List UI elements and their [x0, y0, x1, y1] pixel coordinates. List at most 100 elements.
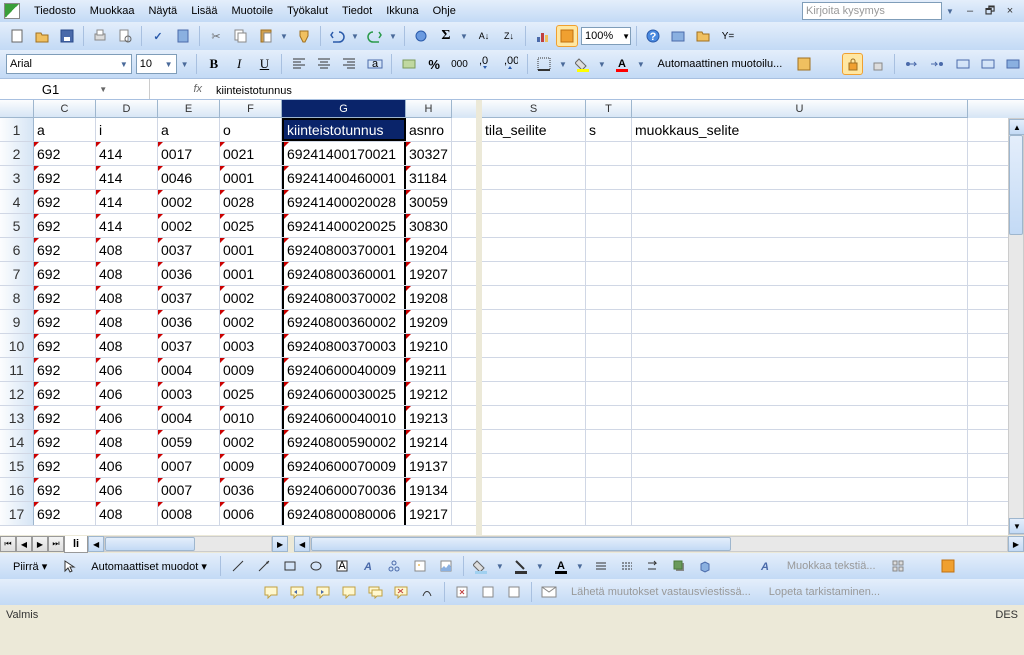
- column-header[interactable]: H: [406, 100, 452, 118]
- cell[interactable]: [586, 478, 632, 501]
- cell[interactable]: 19210: [406, 334, 452, 357]
- 3d-icon[interactable]: [694, 555, 716, 577]
- dash-style-icon[interactable]: [616, 555, 638, 577]
- folder-icon[interactable]: [692, 25, 714, 47]
- cell[interactable]: 692: [34, 262, 96, 285]
- horizontal-scrollbar-right[interactable]: [310, 536, 1008, 552]
- dropdown-icon[interactable]: ▼: [351, 32, 361, 41]
- cell[interactable]: 30059: [406, 190, 452, 213]
- cell[interactable]: [586, 262, 632, 285]
- lock-icon[interactable]: [842, 53, 863, 75]
- undo-icon[interactable]: [326, 25, 348, 47]
- textbox-icon[interactable]: A: [331, 555, 353, 577]
- cell[interactable]: [482, 238, 586, 261]
- cell[interactable]: 0003: [220, 334, 282, 357]
- send-mail-icon[interactable]: [538, 581, 560, 603]
- cell[interactable]: [586, 502, 632, 525]
- cell[interactable]: 0021: [220, 142, 282, 165]
- row-header[interactable]: 4: [0, 190, 34, 213]
- cell[interactable]: s: [586, 118, 632, 141]
- cell[interactable]: a: [34, 118, 96, 141]
- cell[interactable]: a: [158, 118, 220, 141]
- cell[interactable]: [632, 190, 968, 213]
- column-header[interactable]: G: [282, 100, 406, 118]
- cell[interactable]: 0037: [158, 286, 220, 309]
- cell[interactable]: 408: [96, 430, 158, 453]
- copy-icon[interactable]: [230, 25, 252, 47]
- cell[interactable]: [586, 214, 632, 237]
- cell[interactable]: [482, 358, 586, 381]
- cell[interactable]: 19213: [406, 406, 452, 429]
- scroll-left-icon[interactable]: ◀: [88, 536, 104, 552]
- remove-arrows-icon[interactable]: [952, 53, 973, 75]
- cell[interactable]: 0002: [220, 286, 282, 309]
- autosum-icon[interactable]: Σ: [435, 25, 457, 47]
- cell[interactable]: [632, 238, 968, 261]
- help-icon[interactable]: ?: [642, 25, 664, 47]
- italic-icon[interactable]: I: [228, 53, 249, 75]
- cell[interactable]: 19212: [406, 382, 452, 405]
- font-color-icon[interactable]: A: [550, 555, 572, 577]
- cell[interactable]: 408: [96, 238, 158, 261]
- cell[interactable]: [586, 454, 632, 477]
- arrow-style-icon[interactable]: [642, 555, 664, 577]
- column-header[interactable]: F: [220, 100, 282, 118]
- cell[interactable]: 0004: [158, 406, 220, 429]
- delete-comment-icon[interactable]: [390, 581, 412, 603]
- cell[interactable]: 408: [96, 262, 158, 285]
- increase-decimal-icon[interactable]: ,0: [474, 53, 495, 75]
- print-preview-icon[interactable]: [114, 25, 136, 47]
- cell[interactable]: 69240800360001: [282, 262, 406, 285]
- row-header[interactable]: 14: [0, 430, 34, 453]
- scroll-left-icon[interactable]: ◀: [294, 536, 310, 552]
- scroll-right-icon[interactable]: ▶: [272, 536, 288, 552]
- column-header[interactable]: E: [158, 100, 220, 118]
- cell[interactable]: 0003: [158, 382, 220, 405]
- cell[interactable]: 408: [96, 502, 158, 525]
- reject-change-icon[interactable]: [503, 581, 525, 603]
- cut-icon[interactable]: ✂: [205, 25, 227, 47]
- cell[interactable]: 0002: [220, 310, 282, 333]
- cell[interactable]: [632, 166, 968, 189]
- cell[interactable]: [482, 166, 586, 189]
- cell[interactable]: [632, 358, 968, 381]
- cell[interactable]: 408: [96, 334, 158, 357]
- cell[interactable]: 414: [96, 166, 158, 189]
- row-header[interactable]: 17: [0, 502, 34, 525]
- filter-icon[interactable]: Y=: [717, 25, 739, 47]
- cell[interactable]: [482, 142, 586, 165]
- cell[interactable]: 69240800370002: [282, 286, 406, 309]
- column-header[interactable]: D: [96, 100, 158, 118]
- auto-format-button[interactable]: Automaattinen muotoilu...: [651, 55, 790, 73]
- format-painter-icon[interactable]: [293, 25, 315, 47]
- cell[interactable]: [482, 190, 586, 213]
- row-header[interactable]: 15: [0, 454, 34, 477]
- cell[interactable]: 0001: [220, 238, 282, 261]
- cell[interactable]: 0001: [220, 262, 282, 285]
- cell[interactable]: 69241400460001: [282, 166, 406, 189]
- horizontal-scrollbar-left[interactable]: [104, 536, 272, 552]
- dropdown-icon[interactable]: ▼: [598, 60, 608, 69]
- cell[interactable]: 414: [96, 214, 158, 237]
- font-color-icon[interactable]: A: [612, 53, 633, 75]
- cell[interactable]: [586, 430, 632, 453]
- cell[interactable]: muokkaus_selite: [632, 118, 968, 141]
- row-header[interactable]: 2: [0, 142, 34, 165]
- row-header[interactable]: 11: [0, 358, 34, 381]
- track-changes-icon[interactable]: [451, 581, 473, 603]
- cell[interactable]: asnro: [406, 118, 452, 141]
- cell[interactable]: 19208: [406, 286, 452, 309]
- row-header[interactable]: 12: [0, 382, 34, 405]
- sheet-tab[interactable]: li: [64, 536, 88, 553]
- tab-nav[interactable]: ⏮ ◀ ▶ ⏭: [0, 536, 64, 552]
- dropdown-icon[interactable]: ▼: [496, 562, 506, 571]
- cell[interactable]: 0036: [158, 262, 220, 285]
- show-comment-icon[interactable]: [338, 581, 360, 603]
- row-header[interactable]: 16: [0, 478, 34, 501]
- cell[interactable]: 414: [96, 142, 158, 165]
- cell[interactable]: [586, 286, 632, 309]
- cell[interactable]: o: [220, 118, 282, 141]
- cell[interactable]: 30327: [406, 142, 452, 165]
- paste-icon[interactable]: [255, 25, 277, 47]
- dropdown-icon[interactable]: ▼: [637, 60, 647, 69]
